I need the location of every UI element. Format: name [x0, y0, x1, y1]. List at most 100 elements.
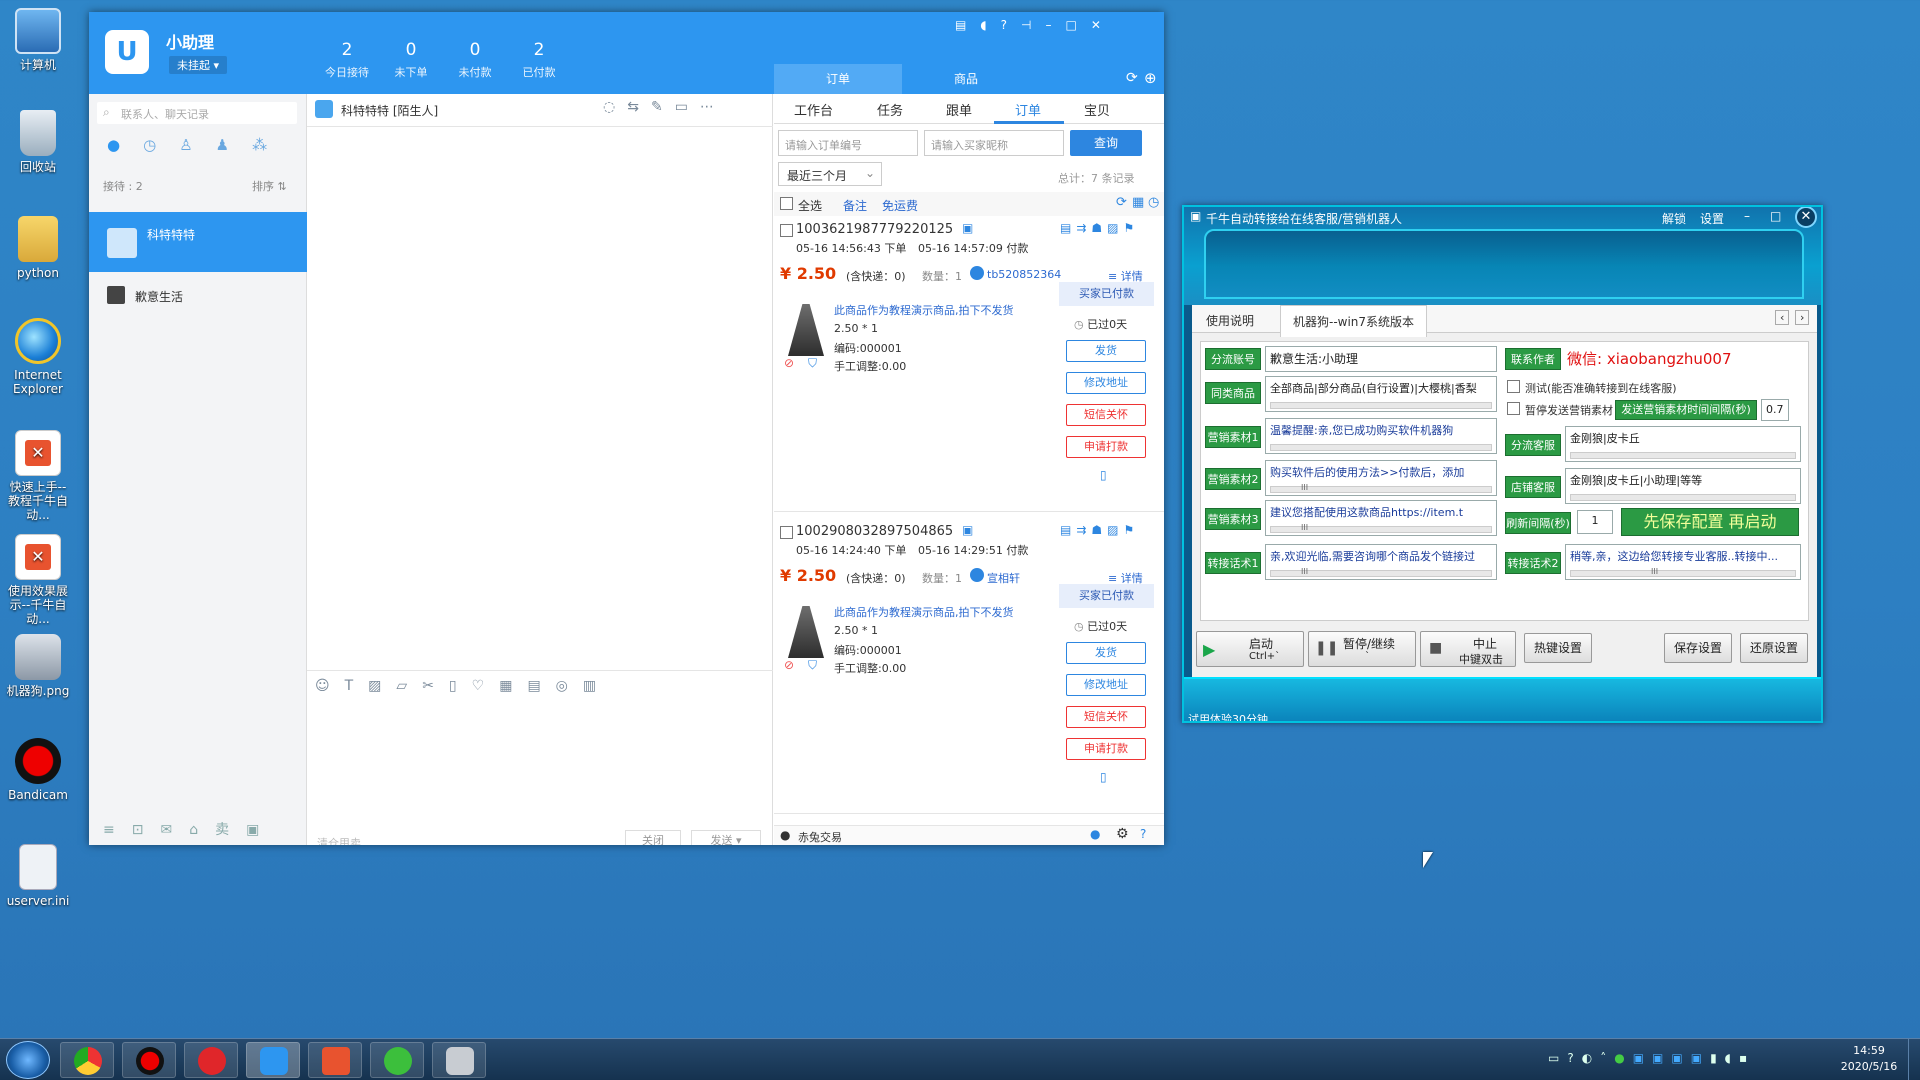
buyer-link[interactable]: tb520852364: [987, 268, 1061, 281]
grid-icon[interactable]: ▦: [1132, 195, 1144, 210]
refresh-interval-input[interactable]: 1: [1577, 510, 1613, 534]
clock[interactable]: 14:59 2020/5/16: [1836, 1044, 1902, 1073]
scrollbar[interactable]: III: [1570, 567, 1796, 577]
select-all-checkbox[interactable]: [780, 197, 793, 210]
transfer-script-2-input[interactable]: 稍等,亲，这边给您转接专业客服..转接中... III: [1565, 544, 1801, 580]
refresh-icon[interactable]: ⟳: [1126, 70, 1138, 86]
chevron-up-icon[interactable]: ˄: [1600, 1051, 1614, 1065]
taskbar-powerpoint[interactable]: [308, 1042, 362, 1078]
contact-item-active[interactable]: 科特特特: [89, 212, 307, 272]
scrollbar[interactable]: [1570, 452, 1796, 459]
tab-orders[interactable]: 订单: [1015, 100, 1041, 119]
heart-icon[interactable]: ♡: [472, 678, 500, 694]
same-goods-input[interactable]: 全部商品|部分商品(自行设置)|大樱桃|香梨: [1265, 376, 1497, 412]
diversion-staff-input[interactable]: 金刚狼|皮卡丘: [1565, 426, 1801, 462]
scrollbar[interactable]: III: [1270, 567, 1492, 577]
item-title[interactable]: 此商品作为教程演示商品,拍下不发货: [834, 302, 1046, 318]
maximize-icon[interactable]: □: [1770, 209, 1781, 223]
folder-icon[interactable]: ▱: [396, 678, 422, 694]
edit-address-button[interactable]: 修改地址: [1066, 372, 1146, 394]
order-checkbox[interactable]: [780, 224, 793, 237]
group-icon[interactable]: ♟: [216, 136, 252, 154]
taskbar-bandicam[interactable]: [122, 1042, 176, 1078]
free-shipping-link[interactable]: 免运费: [882, 197, 918, 214]
coupon-icon[interactable]: ▤: [527, 678, 555, 694]
material-interval-input[interactable]: 0.7: [1761, 399, 1789, 421]
menu-icon[interactable]: ≡: [103, 822, 132, 838]
help-icon[interactable]: ?: [1140, 827, 1146, 841]
emoji-icon[interactable]: ☺: [315, 678, 345, 694]
request-payment-button[interactable]: 申请打款: [1066, 436, 1146, 458]
add-icon[interactable]: ⊕: [1144, 69, 1157, 87]
qianniu-tray-icon[interactable]: ▣: [1671, 1051, 1690, 1065]
sort-button[interactable]: 排序 ⇅: [252, 178, 287, 194]
keyboard-icon[interactable]: ▭: [1548, 1051, 1567, 1065]
taskbar-wechat[interactable]: [370, 1042, 424, 1078]
order-id[interactable]: 1003621987779220125: [796, 222, 953, 237]
org-icon[interactable]: ⁂: [252, 136, 290, 154]
buyer-input[interactable]: 请输入买家昵称: [924, 130, 1064, 156]
remark-link[interactable]: 备注: [843, 197, 867, 214]
order-action-icons[interactable]: ▤⇉☗▨⚑: [1060, 221, 1139, 235]
image-icon[interactable]: ▨: [368, 678, 396, 694]
network-icon[interactable]: ▮: [1710, 1051, 1725, 1065]
marketing-material-3-input[interactable]: 建议您搭配使用这款商品https://item.t III: [1265, 500, 1497, 536]
contact-icon[interactable]: ♙: [179, 136, 215, 154]
save-settings-button[interactable]: 保存设置: [1664, 633, 1732, 663]
marketing-material-1-input[interactable]: 温馨提醒:亲,您已成功购买软件机器狗: [1265, 418, 1497, 454]
stat-paid[interactable]: 2 已付款: [509, 40, 569, 80]
pin-icon[interactable]: ⊣: [1021, 18, 1045, 32]
tab-items[interactable]: 宝贝: [1084, 100, 1110, 119]
status-dropdown[interactable]: 未挂起 ▾: [169, 56, 228, 74]
tool-icon[interactable]: ⊡: [132, 822, 161, 838]
tab-tasks[interactable]: 任务: [877, 100, 903, 119]
desktop-icon-python[interactable]: python: [4, 216, 72, 280]
clock-icon[interactable]: ◷: [1148, 195, 1159, 210]
qianniu-tray-icon[interactable]: ▣: [1652, 1051, 1671, 1065]
window-icon[interactable]: ▣: [246, 822, 276, 838]
request-payment-button[interactable]: 申请打款: [1066, 738, 1146, 760]
order-checkbox[interactable]: [780, 526, 793, 539]
stat-unpaid[interactable]: 0 未付款: [445, 40, 505, 80]
contact-search[interactable]: ⌕ 联系人、聊天记录: [97, 102, 297, 124]
order-no-input[interactable]: 请输入订单编号: [778, 130, 918, 156]
desktop-icon-demo[interactable]: ✕ 使用效果展示--千牛自动...: [4, 534, 72, 626]
hotkey-settings-button[interactable]: 热键设置: [1524, 633, 1592, 663]
history-icon[interactable]: ▥: [583, 678, 611, 694]
edit-icon[interactable]: ✎: [651, 99, 675, 115]
restore-settings-button[interactable]: 还原设置: [1740, 633, 1808, 663]
tab-order-top[interactable]: 订单: [774, 64, 902, 94]
marketing-material-2-input[interactable]: 购买软件后的使用方法>>付款后，添加 III: [1265, 460, 1497, 496]
scrollbar[interactable]: [1570, 494, 1796, 501]
chevron-left-icon[interactable]: ‹: [1775, 310, 1790, 325]
scissors-icon[interactable]: ✂: [422, 678, 449, 694]
pause-button[interactable]: ❚❚ 暂停/继续 `: [1308, 631, 1416, 667]
qianniu-tray-icon[interactable]: ▣: [1633, 1051, 1652, 1065]
shop-staff-input[interactable]: 金刚狼|皮卡丘|小助理|等等: [1565, 468, 1801, 504]
copy-icon[interactable]: ▣: [962, 523, 973, 537]
action-center-icon[interactable]: ▪: [1739, 1051, 1755, 1065]
send-button[interactable]: 发送 ▾: [691, 830, 761, 845]
desktop-icon-bandicam[interactable]: Bandicam: [4, 738, 72, 802]
order-action-icons[interactable]: ▤⇉☗▨⚑: [1060, 523, 1139, 537]
stop-button[interactable]: ■ 中止 中键双击: [1420, 631, 1516, 667]
edit-address-button[interactable]: 修改地址: [1066, 674, 1146, 696]
help-icon[interactable]: ?: [1567, 1051, 1581, 1065]
desktop-icon-recycle-bin[interactable]: 回收站: [4, 110, 72, 174]
tab-robot-win7[interactable]: 机器狗--win7系统版本: [1280, 305, 1428, 337]
pause-material-checkbox[interactable]: [1507, 402, 1520, 415]
sound-icon[interactable]: ◖: [980, 18, 1000, 32]
sms-care-button[interactable]: 短信关怀: [1066, 404, 1146, 426]
close-icon[interactable]: ✕: [1091, 18, 1115, 32]
maximize-icon[interactable]: □: [1066, 18, 1091, 32]
stat-not-ordered[interactable]: 0 未下单: [381, 40, 441, 80]
scrollbar[interactable]: [1270, 444, 1492, 451]
chat-bubble-icon[interactable]: ◌: [603, 99, 627, 115]
desktop-icon-tutorial[interactable]: ✕ 快速上手--教程千牛自动...: [4, 430, 72, 522]
wechat-tray-icon[interactable]: ●: [1614, 1051, 1632, 1065]
tab-workbench[interactable]: 工作台: [794, 100, 833, 119]
info-icon[interactable]: ●: [1090, 827, 1100, 841]
mail-icon[interactable]: ✉: [160, 822, 189, 838]
screen-icon[interactable]: ▭: [675, 99, 700, 115]
menu-icon[interactable]: ▤: [955, 18, 980, 32]
